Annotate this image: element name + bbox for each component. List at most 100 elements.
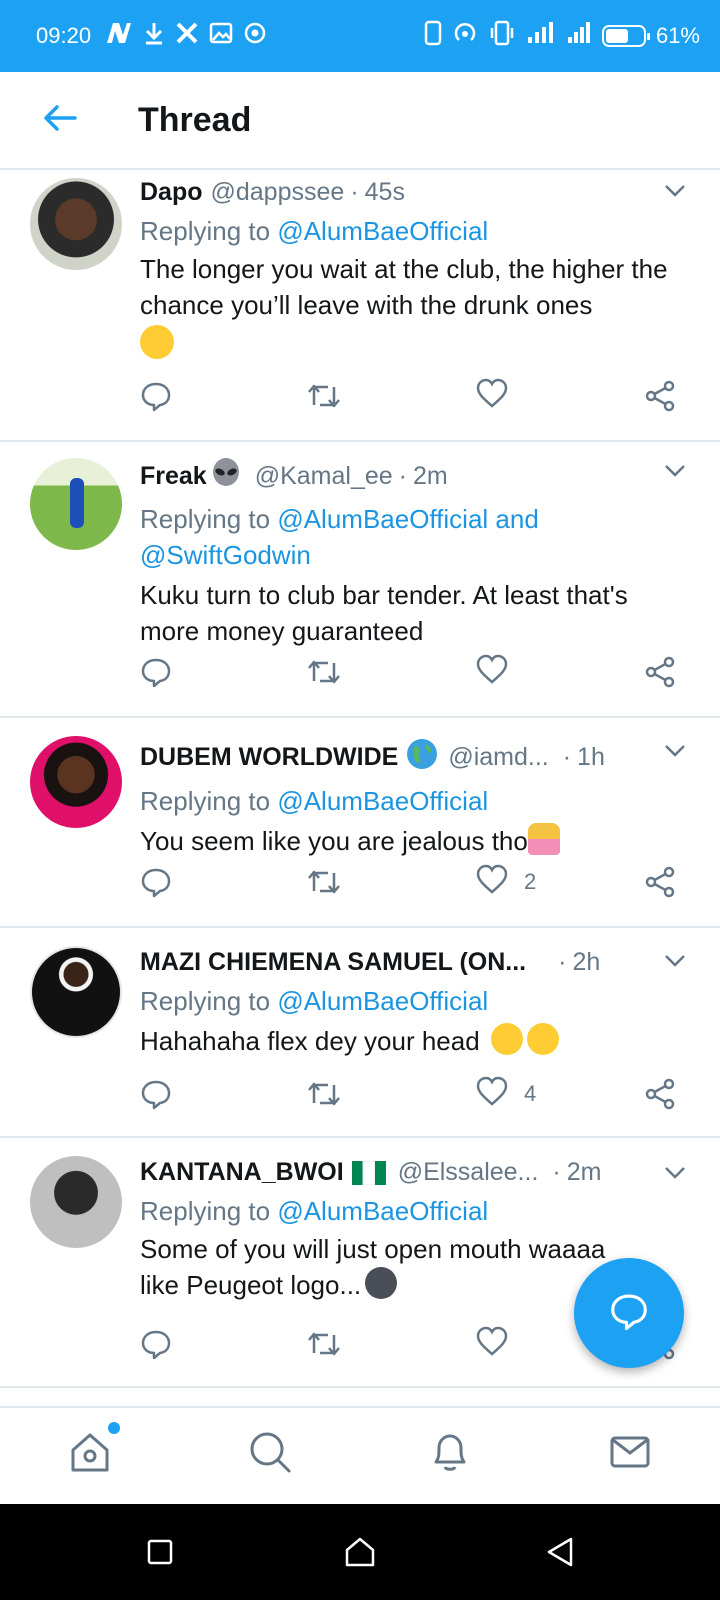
mention-link[interactable]: @AlumBaeOfficial [277, 1196, 488, 1226]
tweet-body: Kuku turn to club bar tender. At least t… [140, 580, 628, 646]
tears-of-joy-emoji [526, 1023, 559, 1055]
phone-icon [424, 20, 442, 52]
retweet-icon[interactable] [306, 657, 342, 687]
winking-tongue-emoji [140, 325, 174, 359]
bottom-navigation [0, 1406, 720, 1504]
compose-reply-button[interactable] [574, 1258, 684, 1368]
notifications-tab[interactable] [426, 1430, 474, 1478]
tweet-header: KANTANA_BWOI @Elssalee... · 2m [140, 1158, 680, 1187]
tweet-header: Dapo @dappssee · 45s [140, 178, 680, 207]
avatar[interactable] [30, 458, 122, 550]
tweet-item[interactable]: Freak @Kamal_ee · 2m Replying to @AlumBa… [0, 442, 720, 718]
separator-dot: · [552, 1158, 561, 1186]
thread-feed[interactable]: Dapo @dappssee · 45s Replying to @AlumBa… [0, 170, 720, 1406]
reply-icon[interactable] [140, 656, 172, 688]
tweet-body: Hahahaha flex dey your head [140, 1026, 480, 1056]
back-icon[interactable] [542, 1534, 578, 1570]
tweet-time: 1h [577, 743, 605, 771]
tweet-item[interactable]: DUBEM WORLDWIDE @iamd... · 1h Replying t… [0, 718, 720, 928]
like-button[interactable] [476, 654, 524, 690]
retweet-icon[interactable] [306, 381, 342, 411]
n-app-icon [105, 21, 133, 51]
neutral-face-emoji [365, 1267, 398, 1299]
tweet-actions: 2 [140, 862, 690, 902]
home-tab[interactable] [66, 1422, 120, 1479]
separator-dot: · [558, 948, 567, 976]
reply-icon[interactable] [140, 1328, 172, 1360]
author-name[interactable]: KANTANA_BWOI [140, 1158, 344, 1187]
avatar[interactable] [30, 1156, 122, 1248]
signal-icon [566, 21, 592, 51]
mention-link[interactable]: @AlumBaeOfficial [277, 786, 488, 816]
notification-icons [105, 21, 267, 51]
reply-icon[interactable] [140, 1078, 172, 1110]
heart-icon [476, 654, 508, 690]
reply-icon[interactable] [140, 380, 172, 412]
chevron-down-icon[interactable] [664, 464, 686, 483]
author-name[interactable]: Dapo [140, 178, 203, 207]
like-button[interactable] [476, 1326, 524, 1362]
share-icon[interactable] [644, 656, 676, 688]
chevron-down-icon[interactable] [664, 954, 686, 973]
vibrate-icon [488, 20, 516, 52]
battery-fill [605, 29, 628, 43]
replying-prefix: Replying to [140, 1196, 278, 1226]
replying-prefix: Replying to [140, 216, 278, 246]
shrugging-emoji [527, 823, 560, 855]
like-button[interactable]: 2 [476, 864, 536, 900]
back-arrow-icon [43, 104, 77, 137]
page-title: Thread [138, 100, 252, 139]
retweet-icon[interactable] [306, 867, 342, 897]
tweet-time: 2m [413, 462, 448, 490]
chevron-down-icon[interactable] [664, 1166, 686, 1185]
share-icon[interactable] [644, 1078, 676, 1110]
tweet-item[interactable]: Dapo @dappssee · 45s Replying to @AlumBa… [0, 170, 720, 442]
author-handle: @Kamal_ee [254, 462, 393, 490]
reply-bubble-icon [609, 1291, 649, 1336]
home-icon [68, 1430, 112, 1479]
retweet-icon[interactable] [306, 1329, 342, 1359]
alien-emoji [211, 458, 241, 495]
retweet-icon[interactable] [306, 1079, 342, 1109]
hotspot-icon [452, 20, 478, 52]
author-name[interactable]: MAZI CHIEMENA SAMUEL (ON... [140, 948, 526, 977]
mention-link[interactable]: @AlumBaeOfficial and [277, 504, 539, 534]
heart-icon [476, 378, 508, 414]
reply-icon[interactable] [140, 866, 172, 898]
notifications-icon [428, 1430, 472, 1479]
separator-dot: · [350, 178, 359, 206]
avatar[interactable] [30, 736, 122, 828]
share-icon[interactable] [644, 380, 676, 412]
author-name[interactable]: DUBEM WORLDWIDE [140, 743, 398, 772]
recents-icon[interactable] [142, 1534, 178, 1570]
avatar[interactable] [30, 946, 122, 1038]
tweet-item[interactable]: MAZI CHIEMENA SAMUEL (ON... · 2h Replyin… [0, 928, 720, 1138]
author-name[interactable]: Freak [140, 462, 207, 491]
replying-prefix: Replying to [140, 786, 278, 816]
replying-prefix: Replying to [140, 504, 278, 534]
avatar[interactable] [30, 178, 122, 270]
x-app-icon [175, 22, 199, 50]
replying-to: Replying to @AlumBaeOfficial [140, 1193, 680, 1229]
author-handle: @iamd... [448, 743, 549, 771]
chevron-down-icon[interactable] [664, 744, 686, 763]
mention-link[interactable]: @SwiftGodwin [140, 540, 311, 570]
tweet-time: 2h [572, 948, 601, 976]
messages-tab[interactable] [606, 1430, 654, 1478]
chevron-down-icon[interactable] [664, 184, 686, 203]
mention-link[interactable]: @AlumBaeOfficial [277, 216, 488, 246]
status-bar: 09:20 61% [0, 0, 720, 72]
like-button[interactable] [476, 378, 524, 414]
home-button-icon[interactable] [342, 1534, 378, 1570]
image-icon [209, 22, 233, 50]
tweet-text: Hahahaha flex dey your head [140, 1023, 680, 1059]
like-button[interactable]: 4 [476, 1076, 536, 1112]
replying-prefix: Replying to [140, 986, 278, 1016]
messages-icon [608, 1430, 652, 1479]
back-button[interactable] [0, 104, 120, 137]
top-app-bar: Thread [0, 72, 720, 170]
share-icon[interactable] [644, 866, 676, 898]
mention-link[interactable]: @AlumBaeOfficial [277, 986, 488, 1016]
search-tab[interactable] [246, 1430, 294, 1478]
tweet-text: Kuku turn to club bar tender. At least t… [140, 577, 680, 649]
